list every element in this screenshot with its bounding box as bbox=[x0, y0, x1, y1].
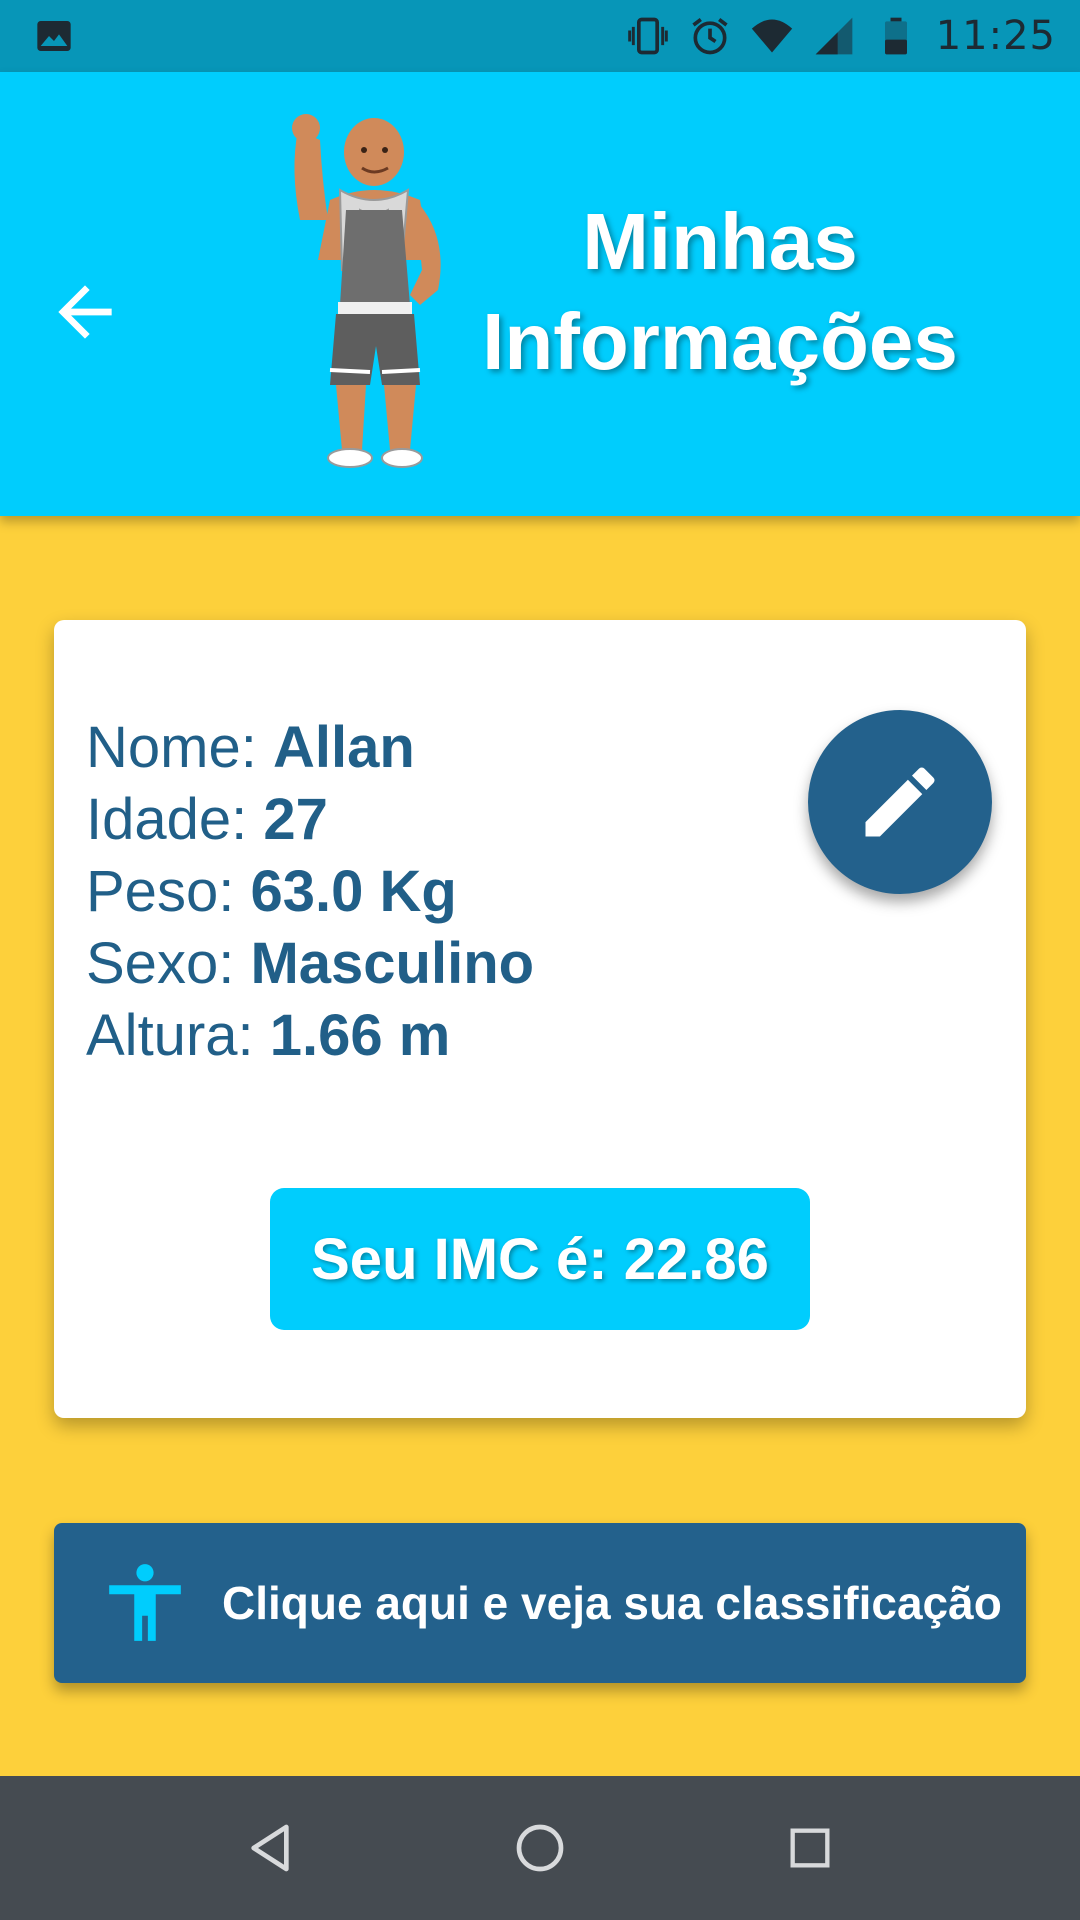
pencil-icon bbox=[865, 767, 935, 837]
recents-square-icon bbox=[790, 1828, 830, 1868]
age-value: 27 bbox=[263, 787, 328, 852]
nav-back-button[interactable] bbox=[230, 1808, 310, 1888]
weight-label: Peso: bbox=[86, 859, 235, 924]
weight-row: Peso: 63.0 Kg bbox=[86, 856, 534, 928]
arrow-back-icon bbox=[58, 285, 112, 339]
name-row: Nome: Allan bbox=[86, 712, 534, 784]
nav-home-button[interactable] bbox=[500, 1808, 580, 1888]
weight-value: 63.0 Kg bbox=[250, 859, 457, 924]
signal-icon bbox=[815, 17, 853, 55]
age-row: Idade: 27 bbox=[86, 784, 534, 856]
accessibility-icon bbox=[109, 1564, 181, 1641]
height-row: Altura: 1.66 m bbox=[86, 1000, 534, 1072]
image-icon bbox=[37, 21, 71, 51]
height-value: 1.66 m bbox=[269, 1003, 451, 1068]
classification-label: Clique aqui e veja sua classificação bbox=[222, 1577, 1002, 1629]
user-info-list: Nome: Allan Idade: 27 Peso: 63.0 Kg Sexo… bbox=[86, 712, 534, 1072]
battery-icon bbox=[884, 17, 907, 55]
height-label: Altura: bbox=[86, 1003, 254, 1068]
home-circle-icon bbox=[516, 1824, 564, 1872]
app-header: Minhas Informações bbox=[0, 72, 1080, 516]
classification-button[interactable]: Clique aqui e veja sua classificação bbox=[54, 1523, 1026, 1683]
edit-button[interactable] bbox=[808, 710, 992, 894]
muscle-man-illustration bbox=[292, 114, 441, 468]
name-label: Nome: bbox=[86, 715, 257, 780]
back-triangle-icon bbox=[251, 1824, 289, 1872]
sex-label: Sexo: bbox=[86, 931, 235, 996]
status-time: 11:25 bbox=[935, 13, 1056, 59]
page-title: Minhas Informações bbox=[470, 192, 970, 392]
imc-result-button[interactable]: Seu IMC é: 22.86 bbox=[270, 1188, 810, 1330]
wifi-icon bbox=[751, 19, 792, 53]
name-value: Allan bbox=[272, 715, 415, 780]
system-nav-bar bbox=[0, 1776, 1080, 1920]
sex-value: Masculino bbox=[250, 931, 535, 996]
alarm-icon bbox=[692, 18, 728, 55]
back-button[interactable] bbox=[40, 252, 130, 372]
page-title-line1: Minhas bbox=[582, 197, 858, 286]
nav-recents-button[interactable] bbox=[770, 1808, 850, 1888]
age-label: Idade: bbox=[86, 787, 248, 852]
sex-row: Sexo: Masculino bbox=[86, 928, 534, 1000]
status-bar: 11:25 bbox=[0, 0, 1080, 72]
page-title-line2: Informações bbox=[482, 297, 958, 386]
user-info-card: Nome: Allan Idade: 27 Peso: 63.0 Kg Sexo… bbox=[54, 620, 1026, 1418]
vibrate-icon bbox=[627, 17, 668, 55]
